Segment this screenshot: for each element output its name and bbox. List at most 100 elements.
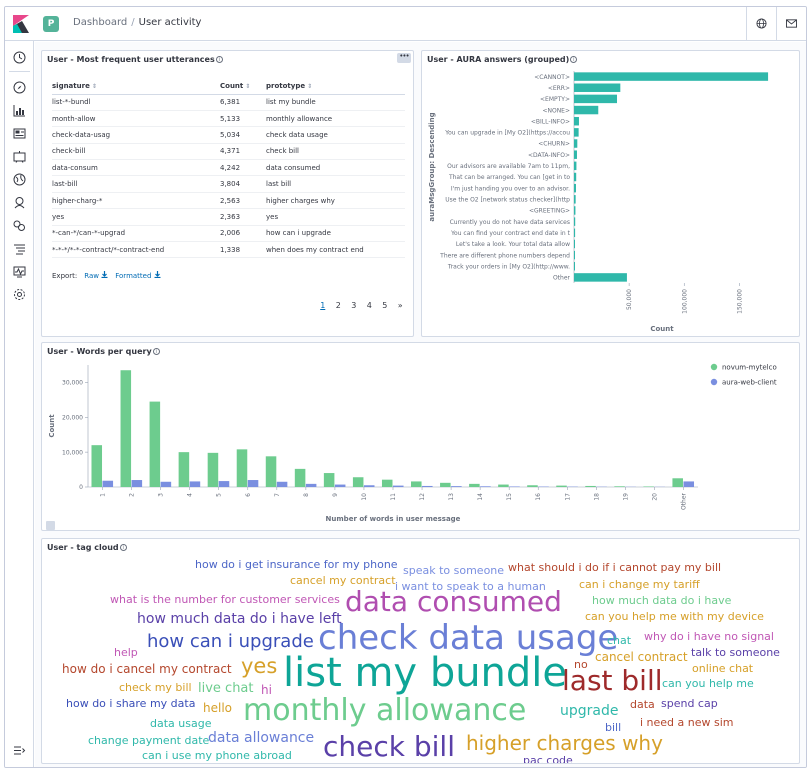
aura-bar[interactable] bbox=[574, 172, 577, 182]
tag-cloud-word[interactable]: why do i have no signal bbox=[644, 631, 774, 642]
visualize-icon[interactable] bbox=[13, 104, 26, 117]
bar-aura-web-client[interactable] bbox=[160, 481, 172, 487]
dashboard-icon[interactable] bbox=[13, 127, 26, 140]
tag-cloud-word[interactable]: change payment date bbox=[88, 735, 209, 746]
logs-icon[interactable] bbox=[13, 242, 26, 255]
collapse-nav-icon[interactable] bbox=[13, 744, 26, 757]
bar-aura-web-client[interactable] bbox=[363, 485, 375, 487]
aura-bar[interactable] bbox=[574, 217, 576, 226]
aura-bar[interactable] bbox=[574, 262, 575, 271]
aura-bar[interactable] bbox=[574, 116, 579, 126]
aura-bar[interactable] bbox=[574, 139, 578, 148]
aura-bar[interactable] bbox=[574, 206, 576, 215]
tag-cloud-word[interactable]: yes bbox=[241, 656, 277, 677]
bar-aura-web-client[interactable] bbox=[247, 480, 259, 487]
bar-novum-mytelco[interactable] bbox=[178, 452, 190, 487]
tag-cloud-word[interactable]: can you help me bbox=[662, 678, 754, 689]
apm-icon[interactable] bbox=[13, 265, 26, 278]
tag-cloud-word[interactable]: list my bundle bbox=[283, 653, 567, 693]
bar-aura-web-client[interactable] bbox=[334, 484, 346, 487]
tag-cloud-word[interactable]: can i use my phone abroad bbox=[142, 750, 292, 761]
aura-bar[interactable] bbox=[574, 83, 621, 92]
space-avatar[interactable]: P bbox=[43, 16, 59, 32]
bar-novum-mytelco[interactable] bbox=[585, 485, 596, 487]
aura-bar[interactable] bbox=[574, 161, 577, 171]
tag-cloud-word[interactable]: how do i share my data bbox=[66, 698, 195, 709]
tag-cloud-word[interactable]: talk to someone bbox=[691, 647, 780, 658]
bar-novum-mytelco[interactable] bbox=[294, 468, 306, 487]
bar-aura-web-client[interactable] bbox=[218, 481, 230, 487]
aura-bar[interactable] bbox=[574, 183, 576, 193]
ml-icon[interactable] bbox=[13, 196, 26, 209]
bar-novum-mytelco[interactable] bbox=[91, 445, 103, 487]
management-icon[interactable] bbox=[13, 288, 26, 301]
tag-cloud-word[interactable]: pac code bbox=[523, 755, 573, 763]
bar-novum-mytelco[interactable] bbox=[323, 473, 335, 487]
column-header-count[interactable]: Count ⇕ bbox=[220, 79, 266, 95]
tag-cloud-word[interactable]: data bbox=[630, 699, 655, 710]
tag-cloud-word[interactable]: how much data do i have left bbox=[137, 612, 342, 626]
help-button[interactable] bbox=[746, 7, 776, 40]
tag-cloud-word[interactable]: check bill bbox=[323, 733, 455, 761]
tag-cloud-word[interactable]: i need a new sim bbox=[640, 717, 734, 728]
bar-novum-mytelco[interactable] bbox=[672, 478, 683, 487]
aura-bar[interactable] bbox=[574, 105, 599, 115]
bar-aura-web-client[interactable] bbox=[509, 486, 520, 487]
info-icon[interactable]: i bbox=[119, 544, 127, 551]
bar-novum-mytelco[interactable] bbox=[527, 485, 538, 487]
tag-cloud-word[interactable]: upgrade bbox=[560, 704, 618, 718]
tag-cloud-word[interactable]: how do i get insurance for my phone bbox=[195, 559, 398, 570]
maps-icon[interactable] bbox=[13, 173, 26, 186]
bar-novum-mytelco[interactable] bbox=[614, 486, 625, 487]
tag-cloud-word[interactable]: check my bill bbox=[119, 682, 192, 693]
pagination-page-2[interactable]: 2 bbox=[331, 301, 347, 310]
breadcrumb-dashboard[interactable]: Dashboard bbox=[73, 17, 127, 28]
newsfeed-button[interactable] bbox=[776, 7, 806, 40]
bar-novum-mytelco[interactable] bbox=[236, 449, 248, 487]
bar-novum-mytelco[interactable] bbox=[120, 370, 132, 487]
bar-novum-mytelco[interactable] bbox=[498, 484, 509, 487]
aura-bar[interactable] bbox=[574, 195, 576, 204]
clock-icon[interactable] bbox=[13, 51, 26, 64]
bar-aura-web-client[interactable] bbox=[451, 486, 462, 487]
tag-cloud-word[interactable]: monthly allowance bbox=[243, 696, 526, 726]
legend-item-label[interactable]: novum-mytelco bbox=[722, 364, 777, 372]
bar-aura-web-client[interactable] bbox=[102, 480, 114, 487]
tag-cloud-word[interactable]: spend cap bbox=[661, 698, 718, 709]
bar-novum-mytelco[interactable] bbox=[643, 486, 654, 487]
tag-cloud-word[interactable]: hello bbox=[203, 702, 232, 714]
aura-bar[interactable] bbox=[574, 228, 576, 238]
pagination-page-3[interactable]: 3 bbox=[346, 301, 362, 310]
tag-cloud-word[interactable]: what should i do if i cannot pay my bill bbox=[508, 562, 721, 573]
tag-cloud-word[interactable]: chat bbox=[607, 635, 631, 646]
legend-item-label[interactable]: aura-web-client bbox=[722, 379, 777, 387]
aura-bar[interactable] bbox=[574, 94, 618, 104]
aura-bar[interactable] bbox=[574, 128, 579, 137]
bar-novum-mytelco[interactable] bbox=[265, 456, 277, 487]
tag-cloud-word[interactable]: how do i cancel my contract bbox=[62, 663, 232, 675]
tag-cloud-word[interactable]: can i change my tariff bbox=[579, 579, 700, 590]
bar-aura-web-client[interactable] bbox=[393, 485, 404, 487]
pagination-next[interactable]: » bbox=[393, 301, 409, 310]
bar-novum-mytelco[interactable] bbox=[411, 481, 422, 487]
pagination-page-5[interactable]: 5 bbox=[377, 301, 393, 310]
tag-cloud-word[interactable]: how can i upgrade bbox=[147, 633, 314, 651]
tag-cloud-word[interactable]: data allowance bbox=[208, 731, 314, 745]
bar-novum-mytelco[interactable] bbox=[440, 482, 451, 487]
tag-cloud-word[interactable]: how much data do i have bbox=[592, 595, 731, 606]
tag-cloud-word[interactable]: last bill bbox=[562, 667, 663, 695]
info-icon[interactable]: i bbox=[215, 56, 223, 63]
tag-cloud-word[interactable]: online chat bbox=[692, 663, 753, 674]
tag-cloud-word[interactable]: cancel contract bbox=[595, 651, 688, 663]
bar-novum-mytelco[interactable] bbox=[149, 401, 161, 487]
aura-bar[interactable] bbox=[574, 239, 575, 249]
bar-novum-mytelco[interactable] bbox=[207, 452, 219, 487]
pagination-page-4[interactable]: 4 bbox=[362, 301, 378, 310]
tag-cloud-word[interactable]: speak to someone bbox=[403, 565, 504, 576]
export-formatted-link[interactable]: Formatted bbox=[115, 271, 161, 280]
pagination-page-1[interactable]: 1 bbox=[315, 301, 331, 310]
export-raw-link[interactable]: Raw bbox=[84, 271, 108, 280]
bar-novum-mytelco[interactable] bbox=[352, 477, 364, 487]
compass-icon[interactable] bbox=[13, 81, 26, 94]
infrastructure-icon[interactable] bbox=[13, 219, 26, 232]
